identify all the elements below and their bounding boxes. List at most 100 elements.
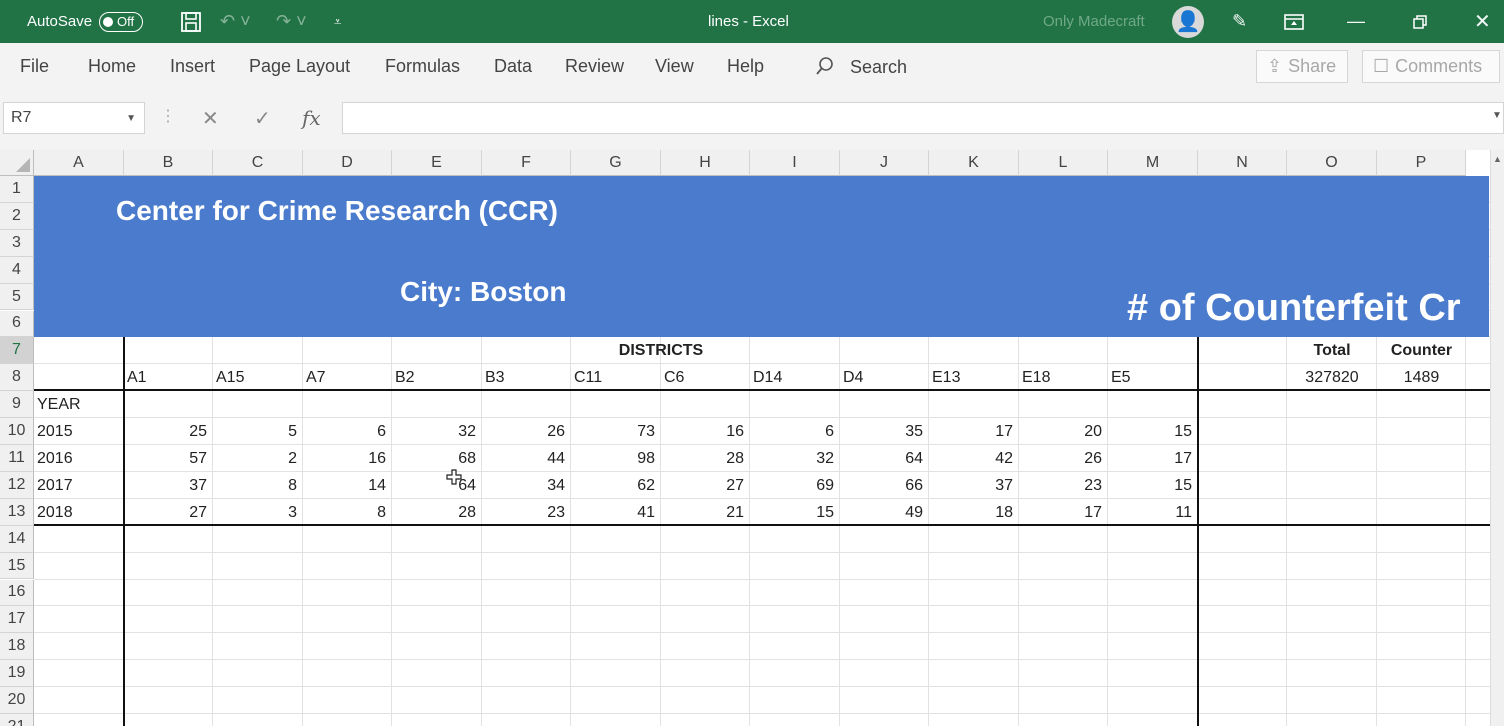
value-cell: 42 xyxy=(995,450,1013,467)
value-cell: 32 xyxy=(458,423,476,441)
district-code: D4 xyxy=(843,369,864,387)
value-cell: 15 xyxy=(1174,423,1192,441)
ribbon-display-button[interactable] xyxy=(1284,0,1304,43)
insert-function-icon[interactable]: fx xyxy=(302,106,321,130)
column-header-f[interactable]: F xyxy=(482,150,571,176)
comments-button[interactable]: ☐ Comments xyxy=(1362,50,1500,83)
row-header-21[interactable]: 21 xyxy=(0,714,34,726)
value-cell: 41 xyxy=(637,503,655,521)
row-header-11[interactable]: 11 xyxy=(0,445,34,472)
tab-help[interactable]: Help xyxy=(727,56,764,77)
row-header-15[interactable]: 15 xyxy=(0,552,34,580)
tab-formulas[interactable]: Formulas xyxy=(385,56,460,77)
column-header-e[interactable]: E xyxy=(392,150,482,176)
minimize-icon: — xyxy=(1347,11,1365,31)
row-header-20[interactable]: 20 xyxy=(0,687,34,714)
value-cell: 2 xyxy=(288,450,297,467)
scroll-up-icon[interactable]: ▲ xyxy=(1493,154,1502,164)
column-header-a[interactable]: A xyxy=(34,150,124,176)
tab-view[interactable]: View xyxy=(655,56,694,77)
value-cell: 64 xyxy=(905,450,923,467)
row-header-19[interactable]: 19 xyxy=(0,660,34,688)
more-options-icon[interactable]: ⋮ xyxy=(160,106,176,126)
banner-counterfeit-title: # of Counterfeit Cr xyxy=(1127,287,1461,329)
autosave-control[interactable]: AutoSave Off xyxy=(27,0,144,43)
restore-button[interactable] xyxy=(1412,0,1428,43)
confirm-entry-icon[interactable]: ✓ xyxy=(254,106,271,131)
column-header-c[interactable]: C xyxy=(213,150,303,176)
column-header-i[interactable]: I xyxy=(750,150,840,176)
save-button[interactable] xyxy=(180,0,202,43)
select-all-button[interactable] xyxy=(0,150,34,176)
value-cell: 18 xyxy=(995,503,1013,521)
total-header: Total xyxy=(1313,342,1351,360)
column-header-p[interactable]: P xyxy=(1377,150,1466,176)
undo-icon: ↶ ˅ xyxy=(220,11,251,31)
row-header-17[interactable]: 17 xyxy=(0,606,34,634)
column-header-j[interactable]: J xyxy=(840,150,929,176)
pen-button[interactable]: ✎ xyxy=(1232,0,1247,43)
row-header-12[interactable]: 12 xyxy=(0,471,34,499)
row-header-3[interactable]: 3 xyxy=(0,229,34,257)
column-header-g[interactable]: G xyxy=(571,150,661,176)
row-header-14[interactable]: 14 xyxy=(0,525,34,553)
row-header-9[interactable]: 9 xyxy=(0,391,34,419)
column-header-k[interactable]: K xyxy=(929,150,1019,176)
column-header-m[interactable]: M xyxy=(1108,150,1198,176)
account-button[interactable]: 👤 xyxy=(1172,0,1204,43)
chevron-down-icon[interactable]: ▼ xyxy=(126,113,136,124)
value-cell: 26 xyxy=(547,423,565,441)
value-cell: 25 xyxy=(189,423,207,441)
minimize-button[interactable]: — xyxy=(1347,0,1365,43)
autosave-toggle[interactable]: Off xyxy=(99,11,144,32)
row-header-16[interactable]: 16 xyxy=(0,579,34,607)
value-cell: 27 xyxy=(726,476,744,494)
row-header-1[interactable]: 1 xyxy=(0,176,34,203)
row-header-2[interactable]: 2 xyxy=(0,202,34,230)
value-cell: 37 xyxy=(995,476,1013,494)
column-header-n[interactable]: N xyxy=(1198,150,1287,176)
row-header-5[interactable]: 5 xyxy=(0,283,34,311)
tab-file[interactable]: File xyxy=(20,56,49,77)
cancel-entry-icon[interactable]: ✕ xyxy=(202,106,219,131)
undo-button[interactable]: ↶ ˅ xyxy=(220,0,251,43)
column-header-o[interactable]: O xyxy=(1287,150,1377,176)
banner-title: Center for Crime Research (CCR) xyxy=(116,195,558,226)
tab-home[interactable]: Home xyxy=(88,56,136,77)
row-header-6[interactable]: 6 xyxy=(0,310,34,338)
share-button[interactable]: ⇪ Share xyxy=(1256,50,1348,83)
customize-toolbar-button[interactable]: ⩡ xyxy=(334,0,341,43)
window-title: lines - Excel xyxy=(708,13,789,30)
expand-formula-bar-icon[interactable]: ▼ xyxy=(1492,110,1502,121)
gridline-horizontal xyxy=(34,605,1490,607)
district-code: A15 xyxy=(216,369,245,387)
close-button[interactable]: ✕ xyxy=(1474,0,1491,43)
row-header-13[interactable]: 13 xyxy=(0,498,34,526)
row-header-8[interactable]: 8 xyxy=(0,364,34,392)
column-header-d[interactable]: D xyxy=(303,150,392,176)
column-header-b[interactable]: B xyxy=(124,150,213,176)
total-value: 327820 xyxy=(1305,369,1359,387)
district-code: D14 xyxy=(753,369,783,387)
name-box[interactable]: R7 ▼ xyxy=(3,102,145,134)
row-header-10[interactable]: 10 xyxy=(0,418,34,445)
tab-data[interactable]: Data xyxy=(494,56,532,77)
tab-review[interactable]: Review xyxy=(565,56,624,77)
districts-header: DISTRICTS xyxy=(618,342,704,360)
row-header-7[interactable]: 7 xyxy=(0,337,34,365)
column-header-h[interactable]: H xyxy=(661,150,750,176)
redo-button[interactable]: ↷ ˅ xyxy=(276,0,307,43)
formula-input[interactable] xyxy=(342,102,1504,134)
tab-page-layout[interactable]: Page Layout xyxy=(249,56,350,77)
column-header-l[interactable]: L xyxy=(1019,150,1108,176)
row-header-4[interactable]: 4 xyxy=(0,256,34,284)
value-cell: 17 xyxy=(995,423,1013,441)
year-cell: 2018 xyxy=(37,503,73,521)
vertical-scrollbar[interactable]: ▲ xyxy=(1490,150,1504,726)
row-header-18[interactable]: 18 xyxy=(0,633,34,661)
value-cell: 15 xyxy=(1174,476,1192,494)
value-cell: 3 xyxy=(288,503,297,521)
tab-insert[interactable]: Insert xyxy=(170,56,215,77)
search-box[interactable]: Search xyxy=(815,56,907,78)
worksheet-grid[interactable]: ABCDEFGHIJKLMNOP 1 2 3 4 5 6 7 8 9 10 11 12 13 14 15 16… xyxy=(0,150,1504,726)
